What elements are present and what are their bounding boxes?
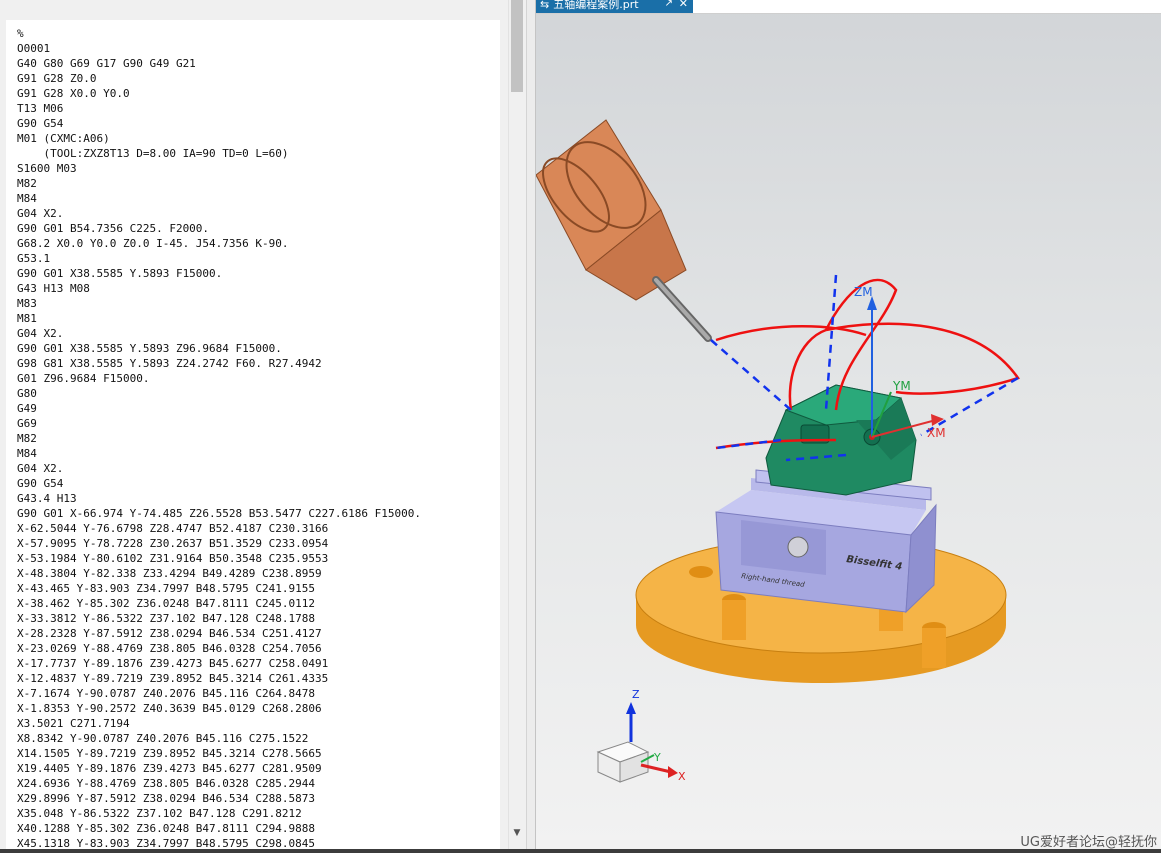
- triad-z-label: Z: [632, 688, 640, 701]
- gcode-line: X8.8342 Y-90.0787 Z40.2076 B45.116 C275.…: [17, 732, 309, 745]
- gcode-line: X-33.3812 Y-86.5322 Z37.102 B47.128 C248…: [17, 612, 316, 625]
- gcode-line: G43.4 H13: [17, 492, 77, 505]
- gcode-line: G68.2 X0.0 Y0.0 Z0.0 I-45. J54.7356 K-90…: [17, 237, 289, 250]
- gcode-line: G90 G54: [17, 477, 64, 490]
- triad-x-label: X: [678, 770, 686, 783]
- gcode-line: X-17.7737 Y-89.1876 Z39.4273 B45.6277 C2…: [17, 657, 329, 670]
- gcode-line: G90 G01 X38.5585 Y.5893 F15000.: [17, 267, 223, 280]
- tab-part-file-label: 五轴编程案例.prt: [553, 0, 639, 11]
- gcode-line: X40.1288 Y-85.302 Z36.0248 B47.8111 C294…: [17, 822, 316, 835]
- gcode-line: G69: [17, 417, 37, 430]
- gcode-line: G40 G80 G69 G17 G90 G49 G21: [17, 57, 196, 70]
- gcode-line: G04 X2.: [17, 327, 64, 340]
- gcode-line: M83: [17, 297, 37, 310]
- gcode-line: X24.6936 Y-88.4769 Z38.805 B46.0328 C285…: [17, 777, 316, 790]
- gcode-line: X-23.0269 Y-88.4769 Z38.805 B46.0328 C25…: [17, 642, 322, 655]
- gcode-line: O0001: [17, 42, 51, 55]
- gcode-line: X-43.465 Y-83.903 Z34.7997 B48.5795 C241…: [17, 582, 316, 595]
- gcode-line: T13 M06: [17, 102, 64, 115]
- pane-splitter[interactable]: [526, 0, 536, 853]
- gcode-line: G49: [17, 402, 37, 415]
- gcode-line: (TOOL:ZXZ8T13 D=8.00 IA=90 TD=0 L=60): [17, 147, 289, 160]
- gcode-line: G91 G28 X0.0 Y0.0: [17, 87, 130, 100]
- gcode-line: X29.8996 Y-87.5912 Z38.0294 B46.534 C288…: [17, 792, 316, 805]
- gcode-line: M01 (CXMC:A06): [17, 132, 110, 145]
- gcode-line: G01 Z96.9684 F15000.: [17, 372, 150, 385]
- gcode-line: X-53.1984 Y-80.6102 Z31.9164 B50.3548 C2…: [17, 552, 329, 565]
- tab-part-file[interactable]: ⇆ 五轴编程案例.prt ↗ ✕: [536, 0, 693, 13]
- gcode-listing[interactable]: % O0001 G40 G80 G69 G17 G90 G49 G21 G91 G28…: [6, 20, 500, 853]
- gcode-line: G90 G54: [17, 117, 64, 130]
- gcode-panel: % O0001 G40 G80 G69 G17 G90 G49 G21 G91 G28…: [0, 0, 526, 853]
- gcode-line: %: [17, 27, 24, 40]
- gcode-line: X-62.5044 Y-76.6798 Z28.4747 B52.4187 C2…: [17, 522, 329, 535]
- gcode-line: X19.4405 Y-89.1876 Z39.4273 B45.6277 C28…: [17, 762, 322, 775]
- popout-icon[interactable]: ↗: [665, 0, 673, 9]
- gcode-line: M82: [17, 432, 37, 445]
- gcode-line: X3.5021 C271.7194: [17, 717, 130, 730]
- xm-axis-label: XM: [927, 426, 946, 440]
- gcode-line: M82: [17, 177, 37, 190]
- gcode-line: M81: [17, 312, 37, 325]
- gcode-line: X-38.462 Y-85.302 Z36.0248 B47.8111 C245…: [17, 597, 316, 610]
- gcode-line: G90 G01 X38.5585 Y.5893 Z96.9684 F15000.: [17, 342, 282, 355]
- gcode-line: G90 G01 X-66.974 Y-74.485 Z26.5528 B53.5…: [17, 507, 421, 520]
- scrollbar-thumb[interactable]: [511, 0, 523, 92]
- gcode-line: X35.048 Y-86.5322 Z37.102 B47.128 C291.8…: [17, 807, 302, 820]
- gcode-line: S1600 M03: [17, 162, 77, 175]
- gcode-line: G90 G01 B54.7356 C225. F2000.: [17, 222, 210, 235]
- gcode-line: X-57.9095 Y-78.7228 Z30.2637 B51.3529 C2…: [17, 537, 329, 550]
- graphics-viewport[interactable]: Bisselfit 4 Right-hand thread ZM YM XM Z…: [536, 0, 1161, 853]
- vertical-scrollbar[interactable]: [508, 0, 526, 853]
- part-file-icon: ⇆: [540, 0, 550, 11]
- triad-y-label: Y: [653, 751, 661, 764]
- gcode-line: G43 H13 M08: [17, 282, 90, 295]
- gcode-line: X-7.1674 Y-90.0787 Z40.2076 B45.116 C264…: [17, 687, 316, 700]
- gcode-line: X-28.2328 Y-87.5912 Z38.0294 B46.534 C25…: [17, 627, 322, 640]
- gcode-line: G53.1: [17, 252, 51, 265]
- gcode-line: X-1.8353 Y-90.2572 Z40.3639 B45.0129 C26…: [17, 702, 322, 715]
- gcode-line: G98 G81 X38.5585 Y.5893 Z24.2742 F60. R2…: [17, 357, 322, 370]
- view-triad[interactable]: Z Y X: [596, 688, 686, 783]
- gcode-line: X-48.3804 Y-82.338 Z33.4294 B49.4289 C23…: [17, 567, 322, 580]
- zm-axis-label: ZM: [854, 285, 873, 299]
- gcode-line: M84: [17, 447, 37, 460]
- model-scene: Bisselfit 4 Right-hand thread ZM YM XM Z…: [536, 119, 1020, 783]
- gcode-lines: % O0001 G40 G80 G69 G17 G90 G49 G21 G91 G28…: [6, 20, 500, 851]
- forum-watermark: UG爱好者论坛@轻抚你: [1020, 835, 1157, 850]
- gcode-line: G91 G28 Z0.0: [17, 72, 97, 85]
- close-icon[interactable]: ✕: [679, 0, 688, 9]
- document-tab-strip: ⇆ 五轴编程案例.prt ↗ ✕: [536, 0, 1161, 14]
- ym-axis-label: YM: [892, 379, 911, 393]
- gcode-line: G04 X2.: [17, 207, 64, 220]
- gcode-line: X-12.4837 Y-89.7219 Z39.8952 B45.3214 C2…: [17, 672, 329, 685]
- bottom-border: [0, 849, 1161, 853]
- gcode-line: M84: [17, 192, 37, 205]
- tool-holder: [536, 119, 712, 342]
- gcode-line: G80: [17, 387, 37, 400]
- gcode-line: G04 X2.: [17, 462, 64, 475]
- gcode-line: X14.1505 Y-89.7219 Z39.8952 B45.3214 C27…: [17, 747, 322, 760]
- scroll-down-arrow-icon[interactable]: ▼: [512, 828, 522, 838]
